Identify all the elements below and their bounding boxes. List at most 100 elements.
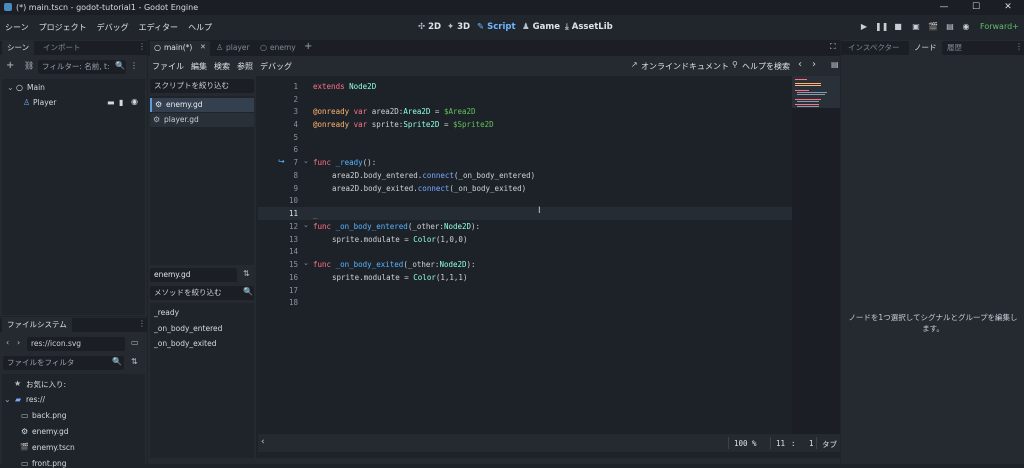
remote-debug-icon[interactable]: ▣ (910, 20, 922, 34)
back-icon[interactable]: ‹ (6, 338, 9, 347)
workspace-2d-button[interactable]: ✣ 2D (418, 15, 441, 40)
code-line-15: func _on_body_exited(_other:Node2D): (313, 260, 476, 269)
method-filter-input[interactable]: メソッドを絞り込む (150, 286, 254, 300)
assetlib-icon: ⤓ (565, 22, 569, 32)
script-menu-file[interactable]: ファイル (152, 61, 184, 72)
tab-inspector[interactable]: インスペクター (843, 41, 905, 55)
next-script-icon[interactable]: › (812, 59, 816, 70)
menu-editor[interactable]: エディター (134, 22, 183, 33)
link-icon[interactable]: ⛓ (24, 61, 34, 70)
2d-icon: ✣ (418, 22, 426, 32)
tab-history[interactable]: 履歴 (942, 41, 967, 55)
workspace-3d-button[interactable]: ✦ 3D (447, 15, 470, 40)
file-item-back-png[interactable]: back.png (32, 411, 66, 420)
renderer-select[interactable]: Forward+ (980, 20, 1019, 34)
tab-player[interactable]: player (226, 43, 250, 52)
tab-enemy[interactable]: enemy (270, 43, 296, 52)
sort-icon[interactable]: ⇅ (243, 269, 250, 278)
scene-node-player[interactable]: Player (33, 98, 56, 107)
workspace-script-button[interactable]: ✎ Script (477, 15, 516, 40)
file-item-enemy-tscn[interactable]: enemy.tscn (32, 443, 75, 452)
script-menu-search[interactable]: 検索 (214, 61, 230, 72)
close-window-button[interactable]: ✕ (992, 0, 1024, 15)
code-line-16: sprite.modulate = Color(1,1,1) (332, 273, 468, 282)
scene-filter-input[interactable]: フィルター: 名前, t: (38, 60, 126, 74)
script-list-panel: スクリプトを絞り込む ⚙ enemy.gd ⚙ player.gd enemy.… (148, 76, 256, 460)
cursor-separator: : (791, 439, 796, 448)
dock-menu-icon[interactable]: ⋮ (138, 42, 146, 51)
script-menu-goto[interactable]: 参照 (237, 61, 253, 72)
star-icon: ★ (14, 379, 22, 388)
minimize-button[interactable]: — (928, 0, 960, 15)
maximize-button[interactable]: ☐ (960, 0, 992, 15)
script-list-item-enemy[interactable]: ⚙ enemy.gd (150, 98, 254, 112)
menu-scene[interactable]: シーン (0, 22, 34, 33)
line-number: 17 (288, 286, 298, 295)
movie-maker-icon[interactable]: ◉ (960, 20, 972, 34)
favorites-item[interactable]: お気に入り: (26, 379, 66, 390)
distraction-free-icon[interactable]: ⛶ (830, 42, 836, 52)
workspace-label: 2D (428, 22, 442, 32)
collapse-arrow-icon[interactable]: ⌄ (4, 395, 11, 404)
menu-help[interactable]: ヘルプ (183, 22, 217, 33)
menu-debug[interactable]: デバッグ (92, 22, 134, 33)
line-number: 8 (293, 171, 298, 180)
play-scene-icon[interactable]: 🎬 (927, 20, 939, 34)
tab-import[interactable]: インポート (38, 41, 86, 55)
fold-arrow-icon[interactable]: ⌄ (303, 221, 309, 229)
tab-scene[interactable]: シーン (2, 41, 35, 55)
menu-project[interactable]: プロジェクト (34, 22, 92, 33)
line-number: 18 (288, 298, 298, 307)
split-view-icon[interactable]: ▭ (131, 338, 139, 347)
pause-icon[interactable]: ❚❚ (875, 20, 888, 34)
indent-mode[interactable]: タブ (822, 439, 837, 450)
fold-arrow-icon[interactable]: ⌄ (303, 259, 309, 267)
collapse-arrow-icon[interactable]: ⌄ (7, 83, 14, 92)
external-link-icon: ↗ (631, 60, 638, 69)
sort-icon[interactable]: ⇅ (131, 357, 138, 366)
dock-menu-icon[interactable]: ⋮ (138, 319, 146, 328)
minimap[interactable] (792, 76, 840, 434)
script-list-item-player[interactable]: ⚙ player.gd (150, 113, 254, 127)
method-item[interactable]: _on_body_exited (154, 339, 216, 348)
play-icon[interactable]: ▶ (858, 20, 870, 34)
res-folder-item[interactable]: res:// (26, 395, 45, 404)
path-field[interactable]: res://icon.svg (27, 337, 125, 351)
fold-arrow-icon[interactable]: ⌄ (303, 157, 309, 165)
workspace-game-button[interactable]: ♟ Game (522, 15, 560, 40)
script-menu-debug[interactable]: デバッグ (260, 61, 292, 72)
forward-icon[interactable]: › (17, 338, 20, 347)
code-editor[interactable] (258, 76, 840, 434)
prev-script-icon[interactable]: ‹ (798, 59, 802, 70)
workspace-assetlib-button[interactable]: ⤓ AssetLib (565, 15, 613, 40)
toggle-scripts-panel-icon[interactable]: ‹ (261, 437, 265, 447)
scene-node-main[interactable]: Main (27, 83, 45, 92)
dock-menu-icon[interactable]: ⋮ (1015, 42, 1023, 51)
tab-main[interactable]: ○ main(*) ✕ (150, 41, 210, 56)
help-search-button[interactable]: ヘルプを検索 (742, 61, 790, 72)
method-item[interactable]: _on_body_entered (154, 324, 222, 333)
add-tab-button[interactable]: + (304, 41, 312, 52)
play-custom-scene-icon[interactable]: ▤ (944, 20, 956, 34)
scene-options-icon[interactable]: ⋮ (130, 61, 138, 70)
file-item-enemy-gd[interactable]: enemy.gd (32, 427, 69, 436)
instance-icon[interactable]: ▬ (107, 98, 115, 107)
online-docs-button[interactable]: オンラインドキュメント (641, 61, 729, 72)
script-icon: ✎ (477, 22, 485, 32)
line-number: 16 (288, 273, 298, 282)
file-filter-input[interactable]: ファイルをフィルタ (3, 356, 124, 370)
line-number: 9 (293, 184, 298, 193)
tab-node[interactable]: ノード (909, 41, 942, 55)
method-item[interactable]: _ready (154, 308, 179, 317)
zoom-level[interactable]: 100 % (734, 439, 757, 448)
script-filter-input[interactable]: スクリプトを絞り込む (150, 79, 254, 93)
add-node-icon[interactable]: + (6, 60, 14, 71)
script-menu-edit[interactable]: 編集 (191, 61, 207, 72)
script-attached-icon[interactable]: ▮ (119, 98, 123, 107)
stop-icon[interactable]: ■ (892, 20, 904, 34)
toggle-panel-icon[interactable]: ▤ (831, 60, 839, 69)
tab-filesystem[interactable]: ファイルシステム (2, 318, 72, 332)
close-tab-icon[interactable]: ✕ (200, 43, 206, 51)
visibility-icon[interactable]: ◉ (131, 97, 138, 106)
image-icon: ▭ (21, 411, 29, 420)
